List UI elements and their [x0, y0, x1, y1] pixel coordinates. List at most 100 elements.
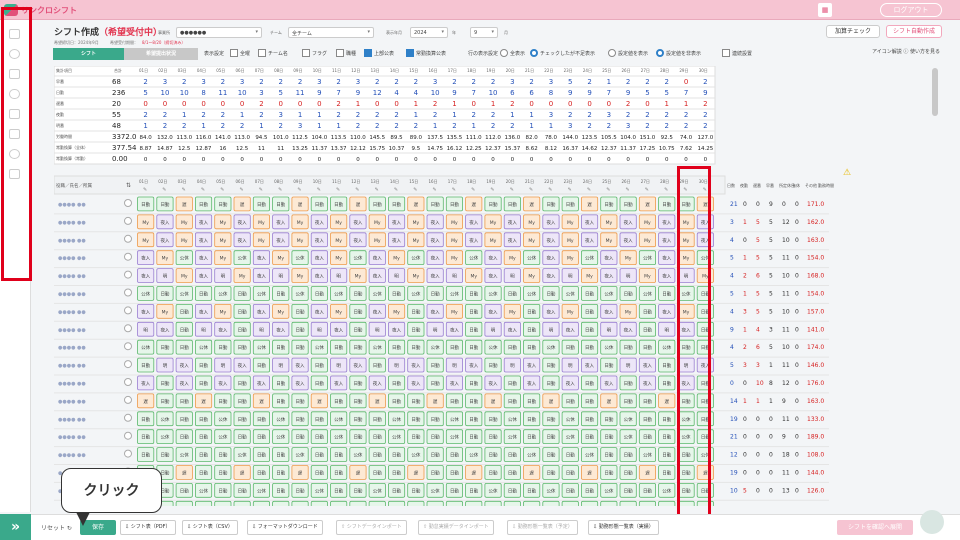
icon-guide-link[interactable]: アイコン解説	[872, 49, 902, 55]
calendar-icon[interactable]: ▦	[818, 3, 832, 17]
auto-create-button[interactable]: シフト自動作成	[886, 25, 942, 38]
shift-cell[interactable]	[561, 500, 579, 506]
radio-show-setting[interactable]: 設定値を表示	[608, 48, 648, 58]
edit-pencil-icon[interactable]: ✎	[278, 187, 282, 193]
staff-name[interactable]: ●●●● ●●	[58, 220, 86, 226]
shift-cell[interactable]	[465, 500, 483, 506]
checkbox-top-public[interactable]: 上部公表	[364, 48, 394, 58]
row-menu-icon[interactable]	[124, 395, 132, 404]
month-select[interactable]: 9	[470, 27, 498, 38]
check-addition-button[interactable]: 加算チェック	[826, 25, 880, 38]
staff-name[interactable]: ●●●● ●●	[58, 453, 86, 459]
row-menu-icon[interactable]	[124, 413, 132, 422]
shift-cell[interactable]	[658, 500, 676, 506]
edit-pencil-icon[interactable]: ✎	[664, 187, 668, 193]
row-menu-icon[interactable]	[124, 360, 132, 369]
staff-name[interactable]: ●●●● ●●	[58, 238, 86, 244]
edit-pencil-icon[interactable]: ✎	[143, 187, 147, 193]
row-menu-icon[interactable]	[124, 306, 132, 315]
office-select[interactable]: ●●●●●●	[176, 27, 262, 38]
shift-cell[interactable]	[349, 500, 367, 506]
staff-name[interactable]: ●●●● ●●	[58, 381, 86, 387]
year-select[interactable]: 2024	[410, 27, 448, 38]
edit-pencil-icon[interactable]: ✎	[587, 187, 591, 193]
edit-pencil-icon[interactable]: ✎	[355, 187, 359, 193]
edit-pencil-icon[interactable]: ✎	[645, 187, 649, 193]
shift-cell[interactable]	[523, 500, 541, 506]
row-menu-icon[interactable]	[124, 216, 132, 225]
row-menu-icon[interactable]	[124, 449, 132, 458]
checkbox-weekday[interactable]: 全曜	[230, 48, 250, 58]
radio-hide-setting[interactable]: 設定値を非表示	[656, 48, 701, 58]
staff-name[interactable]: ●●●● ●●	[58, 292, 86, 298]
edit-pencil-icon[interactable]: ✎	[606, 187, 610, 193]
shift-cell[interactable]	[388, 500, 406, 506]
staff-name[interactable]: ●●●● ●●	[58, 202, 86, 208]
row-menu-icon[interactable]	[124, 378, 132, 386]
edit-pencil-icon[interactable]: ✎	[336, 187, 340, 193]
import-attendance-button[interactable]: ⇧ 勤怠実績データインポート	[418, 520, 494, 535]
edit-pencil-icon[interactable]: ✎	[182, 187, 186, 193]
staff-name[interactable]: ●●●● ●●	[58, 256, 86, 262]
edit-pencil-icon[interactable]: ✎	[259, 187, 263, 193]
staff-name[interactable]: ●●●● ●●	[58, 327, 86, 333]
shift-cell[interactable]	[638, 500, 656, 506]
edit-pencil-icon[interactable]: ✎	[317, 187, 321, 193]
format-download-button[interactable]: ⇩ フォーマットダウンロード	[247, 520, 323, 535]
checkbox-fte-public[interactable]: 常勤換算公表	[406, 48, 446, 58]
edit-pencil-icon[interactable]: ✎	[297, 187, 301, 193]
edit-pencil-icon[interactable]: ✎	[201, 187, 205, 193]
export-pdf-button[interactable]: ⇩ シフト表（PDF）	[120, 520, 176, 535]
row-menu-icon[interactable]	[124, 431, 132, 440]
edit-pencil-icon[interactable]: ✎	[394, 187, 398, 193]
shift-cell[interactable]	[310, 500, 328, 506]
staff-name[interactable]: ●●●● ●●	[58, 399, 86, 405]
row-menu-icon[interactable]	[124, 324, 132, 333]
staff-name[interactable]: ●●●● ●●	[58, 363, 86, 369]
edit-pencil-icon[interactable]: ✎	[548, 187, 552, 193]
edit-pencil-icon[interactable]: ✎	[471, 187, 475, 193]
shift-cell[interactable]	[619, 500, 637, 506]
row-menu-icon[interactable]	[124, 199, 132, 207]
edit-pencil-icon[interactable]: ✎	[413, 187, 417, 193]
edit-pencil-icon[interactable]: ✎	[529, 187, 533, 193]
edit-pencil-icon[interactable]: ✎	[490, 187, 494, 193]
shift-cell[interactable]	[445, 500, 463, 506]
radio-shortage[interactable]: チェックしたが不足表示	[530, 48, 595, 58]
usage-link[interactable]: 使い方を見る	[910, 49, 940, 55]
staff-name[interactable]: ●●●● ●●	[58, 274, 86, 280]
radio-all[interactable]: 全表示	[500, 48, 525, 58]
tab-wish-status[interactable]: 希望提出状況	[124, 48, 198, 60]
edit-pencil-icon[interactable]: ✎	[626, 187, 630, 193]
edit-pencil-icon[interactable]: ✎	[220, 187, 224, 193]
edit-pencil-icon[interactable]: ✎	[510, 187, 514, 193]
checkbox-consecutive[interactable]: 連続設置	[722, 48, 752, 58]
shift-cell[interactable]	[581, 500, 599, 506]
row-menu-icon[interactable]	[124, 288, 132, 297]
expand-menu-button[interactable]: »	[0, 514, 31, 540]
row-menu-icon[interactable]	[124, 252, 132, 261]
work-list-plan-button[interactable]: ⇩ 勤務形態一覧表（予定）	[507, 520, 578, 535]
shift-cell[interactable]	[542, 500, 560, 506]
shift-cell[interactable]	[233, 500, 251, 506]
vertical-scrollbar[interactable]	[932, 68, 938, 116]
publish-shift-button[interactable]: シフトを確認へ展開	[837, 520, 913, 535]
row-menu-icon[interactable]	[124, 342, 132, 351]
export-csv-button[interactable]: ⇩ シフト表（CSV）	[182, 520, 238, 535]
checkbox-team[interactable]: チーム名	[258, 48, 288, 58]
edit-pencil-icon[interactable]: ✎	[433, 187, 437, 193]
staff-name[interactable]: ●●●● ●●	[58, 417, 86, 423]
shift-cell[interactable]	[407, 500, 425, 506]
shift-cell[interactable]	[291, 500, 309, 506]
tab-shift[interactable]: シフト	[53, 48, 124, 60]
warning-icon[interactable]: ⚠	[843, 168, 851, 178]
shift-cell[interactable]	[195, 500, 213, 506]
staff-name[interactable]: ●●●● ●●	[58, 435, 86, 441]
checkbox-flag[interactable]: フラグ	[302, 48, 327, 58]
sort-icon[interactable]: ⇅	[126, 182, 131, 189]
checkbox-job[interactable]: 職種	[336, 48, 356, 58]
import-shift-button[interactable]: ⇧ シフトデータインポート	[336, 520, 407, 535]
shift-cell[interactable]	[426, 500, 444, 506]
staff-name[interactable]: ●●●● ●●	[58, 309, 86, 315]
shift-cell[interactable]	[252, 500, 270, 506]
